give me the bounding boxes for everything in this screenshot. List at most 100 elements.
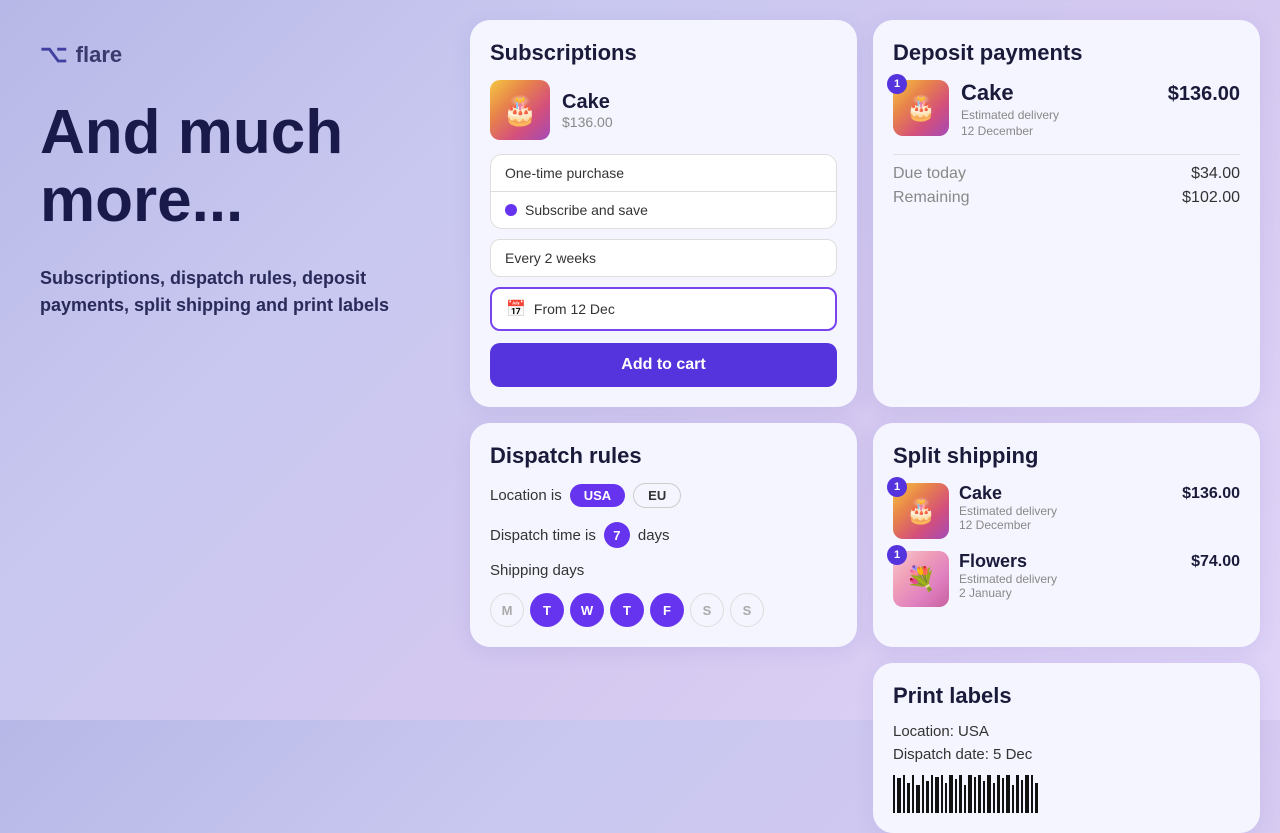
- subscriptions-title: Subscriptions: [490, 40, 837, 66]
- subscriptions-product-info: Cake $136.00: [562, 91, 613, 130]
- subscriptions-product-price: $136.00: [562, 114, 613, 130]
- location-label: Location is: [490, 487, 562, 504]
- date-value: From 12 Dec: [534, 301, 615, 317]
- one-time-option[interactable]: One-time purchase: [491, 155, 836, 192]
- dispatch-title: Dispatch rules: [490, 443, 837, 469]
- dispatch-time-row: Dispatch time is 7 days: [490, 522, 837, 548]
- barcode-line: [974, 777, 976, 813]
- barcode-line: [893, 775, 895, 813]
- day-W[interactable]: W: [570, 593, 604, 627]
- split-flowers-name: Flowers: [959, 551, 1027, 572]
- subscriptions-product-row: 🎂 Cake $136.00: [490, 80, 837, 140]
- date-field[interactable]: 📅 From 12 Dec: [490, 287, 837, 331]
- split-cake-info: Cake $136.00 Estimated delivery 12 Decem…: [959, 483, 1240, 532]
- barcode-line: [987, 775, 991, 813]
- split-cake-emoji: 🎂: [906, 497, 936, 526]
- one-time-label: One-time purchase: [505, 165, 624, 181]
- radio-dot: [505, 204, 517, 216]
- deposit-card: Deposit payments 1 🎂 Cake $136.00 Estima…: [873, 20, 1260, 407]
- print-labels-card: Print labels Location: USA Dispatch date…: [873, 663, 1260, 833]
- barcode-line: [926, 781, 929, 813]
- frequency-select[interactable]: Every 2 weeks: [490, 239, 837, 277]
- deposit-badge: 1: [887, 74, 907, 94]
- cake-emoji: 🎂: [503, 94, 538, 127]
- day-F[interactable]: F: [650, 593, 684, 627]
- barcode-line: [949, 775, 953, 813]
- day-T2[interactable]: T: [610, 593, 644, 627]
- split-shipping-card: Split shipping 1 🎂 Cake $136.00 Estimate…: [873, 423, 1260, 647]
- usa-tag[interactable]: USA: [570, 484, 625, 507]
- barcode-line: [1025, 775, 1029, 813]
- barcode: [893, 773, 1240, 813]
- deposit-product-info: Cake $136.00 Estimated delivery 12 Decem…: [961, 80, 1240, 138]
- barcode-line: [941, 775, 943, 813]
- remaining-value: $102.00: [1182, 189, 1240, 207]
- deposit-delivery-label: Estimated delivery: [961, 108, 1240, 122]
- subscriptions-card: Subscriptions 🎂 Cake $136.00 One-time pu…: [470, 20, 857, 407]
- day-T1[interactable]: T: [530, 593, 564, 627]
- deposit-cake-emoji: 🎂: [906, 94, 936, 123]
- logo: ⌥ flare: [40, 40, 420, 69]
- purchase-option-group: One-time purchase Subscribe and save: [490, 154, 837, 229]
- logo-name: flare: [76, 42, 122, 68]
- barcode-line: [1016, 775, 1019, 813]
- barcode-line: [964, 785, 966, 813]
- dispatch-days-suffix: days: [638, 527, 670, 544]
- right-panel: Subscriptions 🎂 Cake $136.00 One-time pu…: [460, 0, 1280, 720]
- subscriptions-product-image: 🎂: [490, 80, 550, 140]
- barcode-line: [903, 775, 905, 813]
- print-dispatch-date: Dispatch date: 5 Dec: [893, 746, 1240, 763]
- due-today-value: $34.00: [1191, 165, 1240, 183]
- split-flowers-badge: 1: [887, 545, 907, 565]
- due-today-label: Due today: [893, 165, 966, 183]
- split-cake-delivery: Estimated delivery: [959, 504, 1240, 518]
- day-S2[interactable]: S: [730, 593, 764, 627]
- shipping-days-label: Shipping days: [490, 562, 584, 579]
- subtext: Subscriptions, dispatch rules, deposit p…: [40, 265, 420, 319]
- subscribe-label: Subscribe and save: [525, 202, 648, 218]
- deposit-product-name: Cake: [961, 80, 1014, 106]
- deposit-amounts: Due today $34.00 Remaining $102.00: [893, 154, 1240, 207]
- split-flowers-info: Flowers $74.00 Estimated delivery 2 Janu…: [959, 551, 1240, 600]
- barcode-line: [1021, 780, 1023, 813]
- dispatch-days-badge: 7: [604, 522, 630, 548]
- split-flowers-price: $74.00: [1191, 553, 1240, 571]
- barcode-line: [912, 775, 914, 813]
- day-M[interactable]: M: [490, 593, 524, 627]
- barcode-line: [907, 783, 910, 813]
- location-row: Location is USA EU: [490, 483, 837, 508]
- barcode-line: [959, 775, 962, 813]
- split-cake-image: 1 🎂: [893, 483, 949, 539]
- barcode-line: [1012, 785, 1014, 813]
- barcode-line: [983, 781, 985, 813]
- deposit-product-image: 1 🎂: [893, 80, 949, 136]
- split-flowers-emoji: 💐: [906, 565, 936, 594]
- deposit-name-price: Cake $136.00: [961, 80, 1240, 106]
- barcode-line: [955, 779, 957, 813]
- barcode-line: [968, 775, 972, 813]
- day-S1[interactable]: S: [690, 593, 724, 627]
- barcode-line: [897, 778, 901, 813]
- split-item-flowers: 1 💐 Flowers $74.00 Estimated delivery 2 …: [893, 551, 1240, 607]
- split-item-cake: 1 🎂 Cake $136.00 Estimated delivery 12 D…: [893, 483, 1240, 539]
- barcode-line: [997, 775, 1000, 813]
- split-flowers-name-price: Flowers $74.00: [959, 551, 1240, 572]
- dispatch-time-label: Dispatch time is: [490, 527, 596, 544]
- subscriptions-product-name: Cake: [562, 91, 613, 114]
- eu-tag[interactable]: EU: [633, 483, 681, 508]
- split-flowers-delivery: Estimated delivery: [959, 572, 1240, 586]
- calendar-icon: 📅: [506, 299, 526, 319]
- barcode-line: [922, 775, 924, 813]
- print-location: Location: USA: [893, 723, 1240, 740]
- split-shipping-title: Split shipping: [893, 443, 1240, 469]
- barcode-line: [931, 775, 933, 813]
- split-flowers-image: 1 💐: [893, 551, 949, 607]
- barcode-line: [1031, 775, 1033, 813]
- shipping-days-label-row: Shipping days: [490, 562, 837, 579]
- due-today-row: Due today $34.00: [893, 165, 1240, 183]
- add-to-cart-button[interactable]: Add to cart: [490, 343, 837, 387]
- dispatch-card: Dispatch rules Location is USA EU Dispat…: [470, 423, 857, 647]
- subscribe-option[interactable]: Subscribe and save: [491, 192, 836, 228]
- barcode-line: [935, 777, 939, 813]
- barcode-line: [916, 785, 920, 813]
